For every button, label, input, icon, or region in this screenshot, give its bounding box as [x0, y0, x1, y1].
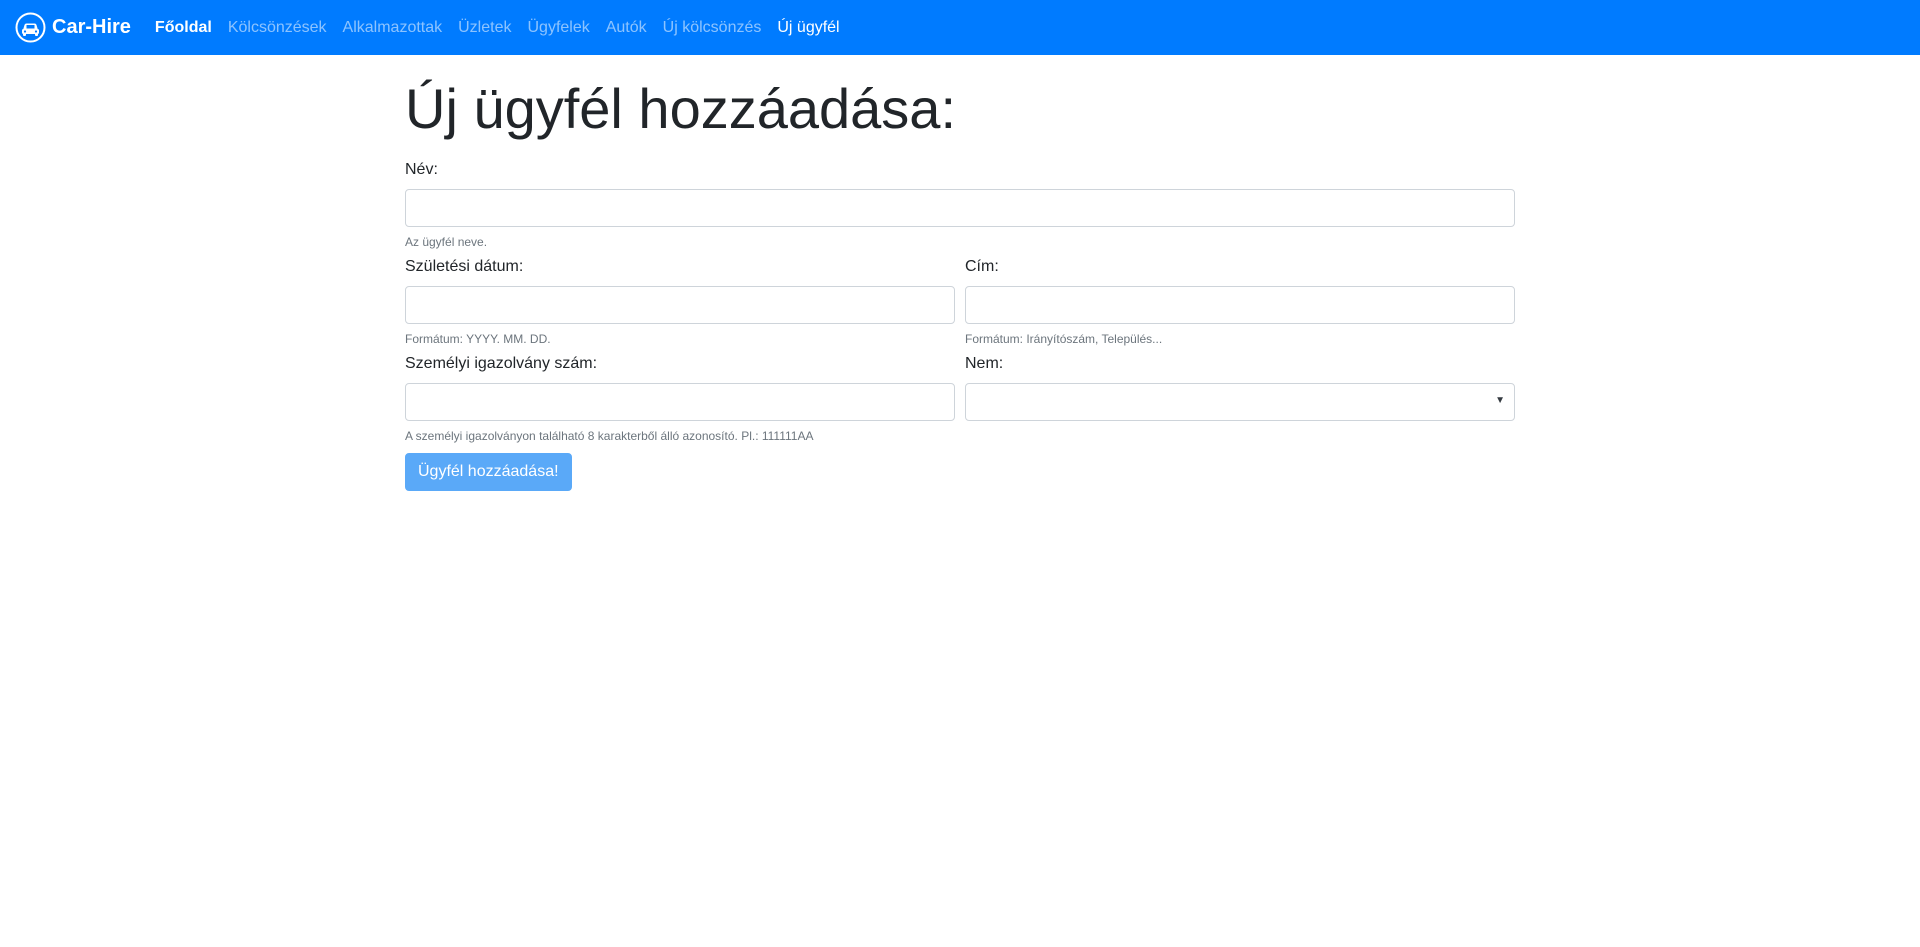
id-number-input[interactable]: [405, 383, 955, 422]
address-input[interactable]: [965, 285, 1515, 324]
birth-date-label: Születési dátum:: [405, 257, 524, 275]
birth-address-row: Születési dátum: Formátum: YYYY. MM. DD.…: [405, 257, 1515, 354]
main-content: Új ügyfél hozzáadása: Név: Az ügyfél nev…: [405, 55, 1515, 492]
main-nav: Főoldal Kölcsönzések Alkalmazottak Üzlet…: [155, 19, 848, 37]
nav-cars[interactable]: Autók: [598, 19, 655, 37]
nav-shops[interactable]: Üzletek: [450, 19, 519, 37]
gender-label: Nem:: [965, 354, 1004, 372]
gender-group: Nem: ▼: [965, 354, 1515, 443]
nav-rentals[interactable]: Kölcsönzések: [220, 19, 335, 37]
nav-employees[interactable]: Alkalmazottak: [335, 19, 451, 37]
brand-name: Car-Hire: [52, 16, 131, 38]
name-help: Az ügyfél neve.: [405, 234, 488, 249]
new-customer-form: Név: Az ügyfél neve. Születési dátum: Fo…: [405, 160, 1515, 492]
address-help: Formátum: Irányítószám, Település...: [965, 331, 1163, 346]
nav-new-rental[interactable]: Új kölcsönzés: [655, 19, 770, 37]
add-customer-button[interactable]: Ügyfél hozzáadása!: [405, 453, 572, 492]
page-title: Új ügyfél hozzáadása:: [405, 77, 957, 140]
brand-link[interactable]: Car-Hire: [15, 12, 131, 43]
address-label: Cím:: [965, 257, 999, 275]
address-group: Cím: Formátum: Irányítószám, Település..…: [965, 257, 1515, 346]
id-number-help: A személyi igazolványon található 8 kara…: [405, 429, 814, 444]
birth-date-help: Formátum: YYYY. MM. DD.: [405, 331, 551, 346]
nav-new-customer[interactable]: Új ügyfél: [769, 19, 847, 37]
name-group: Név: Az ügyfél neve.: [405, 160, 1515, 249]
nav-home[interactable]: Főoldal: [155, 19, 220, 37]
nav-customers[interactable]: Ügyfelek: [519, 19, 597, 37]
birth-date-group: Születési dátum: Formátum: YYYY. MM. DD.: [405, 257, 955, 346]
name-label: Név:: [405, 160, 438, 178]
id-number-group: Személyi igazolvány szám: A személyi iga…: [405, 354, 955, 443]
navbar: Car-Hire Főoldal Kölcsönzések Alkalmazot…: [0, 0, 1920, 55]
name-input[interactable]: [405, 188, 1515, 227]
birth-date-input[interactable]: [405, 285, 955, 324]
car-circle-icon: [15, 12, 46, 43]
id-gender-row: Személyi igazolvány szám: A személyi iga…: [405, 354, 1515, 451]
id-number-label: Személyi igazolvány szám:: [405, 354, 598, 372]
gender-select-wrap: ▼: [965, 383, 1515, 422]
gender-select[interactable]: [965, 383, 1515, 422]
